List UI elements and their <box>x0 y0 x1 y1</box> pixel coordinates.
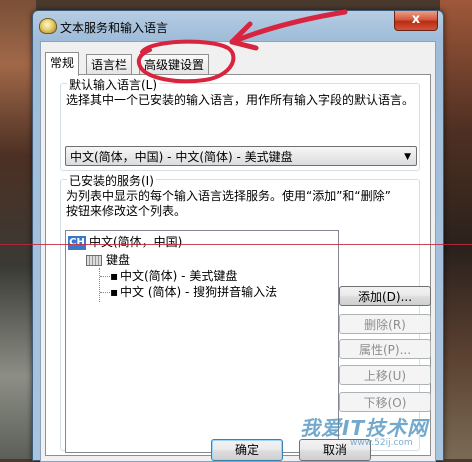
tab-advanced-key-settings[interactable]: 高级键设置 <box>139 54 210 75</box>
desktop-background-right <box>440 0 472 459</box>
tree-connector <box>100 292 110 294</box>
watermark-logo: 我爱IT技术网 <box>300 416 429 440</box>
remove-button[interactable]: 删除(R) <box>339 314 431 334</box>
tree-service-label: 中文 (简体) - 搜狗拼音输入法 <box>120 285 278 299</box>
tab-language-bar[interactable]: 语言栏 <box>86 54 133 75</box>
tree-keyboard-node[interactable]: 键盘 <box>86 252 130 268</box>
red-annotation-line <box>0 244 472 245</box>
add-button[interactable]: 添加(D)... <box>339 286 431 306</box>
default-language-selected: 中文(简体，中国) - 中文(简体) - 美式键盘 <box>70 150 293 164</box>
close-button[interactable]: x <box>394 11 438 31</box>
keyboard-icon <box>86 255 102 266</box>
watermark-url: www.52ij.com <box>350 438 413 448</box>
tree-connector <box>99 268 101 302</box>
tree-service-label: 中文(简体) - 美式键盘 <box>120 269 238 283</box>
tab-general[interactable]: 常规 <box>45 52 80 76</box>
desktop-background-left <box>0 0 36 459</box>
title-bar[interactable]: 文本服务和输入语言 x <box>33 11 443 41</box>
properties-button[interactable]: 属性(P)... <box>339 339 431 359</box>
tree-language-node[interactable]: CH 中文(简体，中国) <box>68 234 182 251</box>
installed-services-group-title: 已安装的服务(I) <box>67 172 156 189</box>
default-language-group-title: 默认输入语言(L) <box>67 76 160 93</box>
tree-language-label: 中文(简体，中国) <box>89 235 183 249</box>
installed-services-description-line2: 按钮来修改这个列表。 <box>66 204 187 218</box>
move-up-button[interactable]: 上移(U) <box>339 365 431 385</box>
default-language-description: 选择其中一个已安装的输入语言，用作所有输入字段的默认语言。 <box>66 93 415 107</box>
installed-services-tree[interactable]: CH 中文(简体，中国) 键盘 ▪ 中文(简体) - 美式键盘 ▪ 中文 (简体) -… <box>65 230 339 453</box>
chevron-down-icon[interactable]: ▼ <box>404 147 411 167</box>
move-down-button[interactable]: 下移(O) <box>339 392 431 412</box>
language-badge: CH <box>68 235 86 250</box>
window-title: 文本服务和输入语言 <box>60 21 169 35</box>
app-icon <box>39 18 57 34</box>
tree-connector <box>100 276 110 278</box>
default-language-dropdown[interactable]: 中文(简体，中国) - 中文(简体) - 美式键盘 ▼ <box>65 146 417 166</box>
tree-service-item[interactable]: ▪ 中文 (简体) - 搜狗拼音输入法 <box>110 284 277 300</box>
tree-keyboard-label: 键盘 <box>106 253 131 267</box>
text-services-dialog: 文本服务和输入语言 x 常规 语言栏 高级键设置 默认输入语言(L) 选择其中一… <box>32 10 444 462</box>
ok-button[interactable]: 确定 <box>211 439 283 461</box>
installed-services-description-line1: 为列表中显示的每个输入语言选择服务。使用“添加”和“删除” <box>66 189 391 203</box>
tree-service-item[interactable]: ▪ 中文(简体) - 美式键盘 <box>110 268 237 284</box>
dialog-client-area: 常规 语言栏 高级键设置 默认输入语言(L) 选择其中一个已安装的输入语言，用作… <box>40 41 436 462</box>
